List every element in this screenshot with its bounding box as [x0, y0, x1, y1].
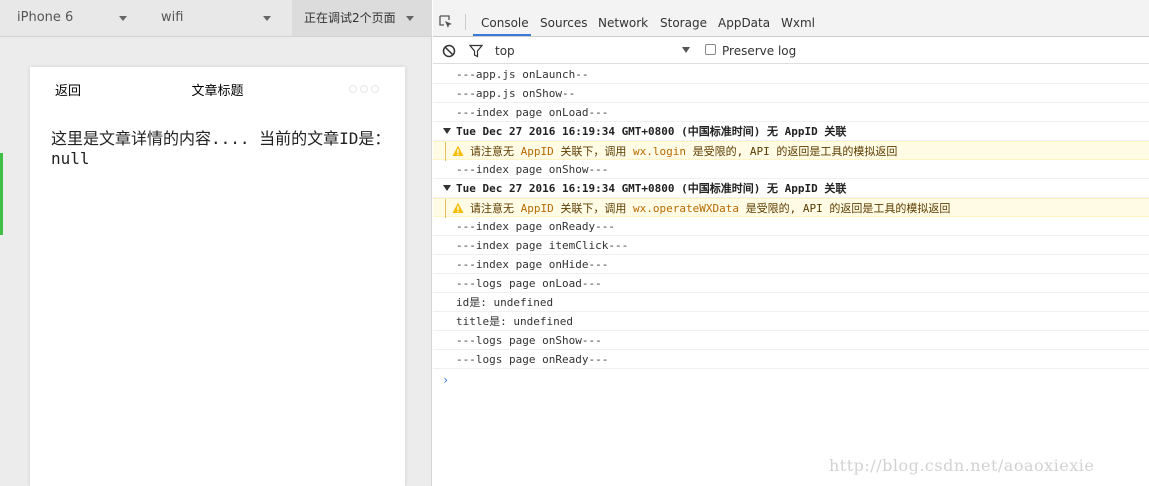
tab-console[interactable]: Console	[481, 16, 529, 30]
chevron-down-icon	[406, 16, 414, 21]
console-message: ---index page onLoad---	[433, 103, 1149, 122]
console-warning: 请注意无 AppID 关联下，调用 wx.operateWXData 是受限的,…	[433, 198, 1149, 218]
console-message: ---logs page onShow---	[433, 331, 1149, 350]
network-select[interactable]: wifi	[161, 0, 276, 36]
article-content: 这里是文章详情的内容.... 当前的文章ID是：null	[51, 129, 391, 168]
device-select[interactable]: iPhone 6	[17, 0, 132, 36]
console-message: ---app.js onShow--	[433, 84, 1149, 103]
dot-icon	[371, 85, 379, 93]
console-group-header[interactable]: Tue Dec 27 2016 16:19:34 GMT+0800 (中国标准时…	[433, 122, 1149, 141]
tab-storage[interactable]: Storage	[660, 16, 707, 30]
filter-icon[interactable]	[469, 44, 483, 58]
console-message: ---logs page onLoad---	[433, 274, 1149, 293]
tab-wxml[interactable]: Wxml	[781, 16, 815, 30]
clear-console-icon[interactable]	[442, 44, 456, 58]
console-message: id是: undefined	[433, 293, 1149, 312]
expand-triangle-icon[interactable]	[443, 128, 451, 134]
console-message: ---index page onShow---	[433, 160, 1149, 179]
devtools-tab-bar: Console Sources Network Storage AppData …	[433, 0, 1149, 37]
active-tab-underline	[473, 34, 531, 36]
dot-icon	[349, 85, 357, 93]
active-indicator-bar	[0, 153, 3, 235]
console-log-list: ---app.js onLaunch-- ---app.js onShow-- …	[433, 65, 1149, 388]
chevron-down-icon	[119, 16, 127, 21]
phone-screen: 返回 文章标题 这里是文章详情的内容.... 当前的文章ID是：null	[30, 67, 405, 486]
console-message: ---app.js onLaunch--	[433, 65, 1149, 84]
simulator-toolbar: iPhone 6 wifi 正在调试2个页面	[0, 0, 432, 37]
expand-triangle-icon[interactable]	[443, 185, 451, 191]
context-select[interactable]: top	[495, 44, 515, 58]
chevron-down-icon	[263, 16, 271, 21]
tab-appdata[interactable]: AppData	[718, 16, 770, 30]
watermark: http://blog.csdn.net/aoaoxiexie	[829, 456, 1095, 475]
dot-icon	[360, 85, 368, 93]
inspect-element-icon[interactable]	[439, 15, 453, 29]
console-toolbar: top Preserve log	[433, 38, 1149, 64]
tab-sources[interactable]: Sources	[540, 16, 587, 30]
console-message: ---logs page onReady---	[433, 350, 1149, 369]
tab-network[interactable]: Network	[598, 16, 648, 30]
more-menu-capsule[interactable]	[349, 82, 385, 94]
debug-pages-label: 正在调试2个页面	[304, 11, 396, 25]
phone-nav-bar: 返回 文章标题	[30, 67, 405, 109]
console-input[interactable]: ›	[433, 369, 1149, 388]
devtools-panel: Console Sources Network Storage AppData …	[433, 0, 1149, 486]
device-select-label: iPhone 6	[17, 10, 74, 25]
console-warning: 请注意无 AppID 关联下，调用 wx.login 是受限的, API 的返回…	[433, 141, 1149, 161]
debug-pages-select[interactable]: 正在调试2个页面	[292, 0, 432, 36]
console-message: ---index page onHide---	[433, 255, 1149, 274]
tab-separator	[465, 14, 466, 30]
console-message: title是: undefined	[433, 312, 1149, 331]
warning-icon	[452, 202, 464, 213]
console-message: ---index page itemClick---	[433, 236, 1149, 255]
console-group-header[interactable]: Tue Dec 27 2016 16:19:34 GMT+0800 (中国标准时…	[433, 179, 1149, 198]
preserve-log-checkbox[interactable]	[705, 44, 716, 55]
preserve-log-label: Preserve log	[722, 44, 797, 58]
chevron-down-icon[interactable]	[682, 47, 690, 53]
prompt-chevron-icon: ›	[442, 373, 450, 387]
network-select-label: wifi	[161, 10, 184, 25]
console-message: ---index page onReady---	[433, 217, 1149, 236]
simulator-panel: iPhone 6 wifi 正在调试2个页面 返回 文章标题 这里是文章详情的内…	[0, 0, 432, 486]
warning-icon	[452, 145, 464, 156]
